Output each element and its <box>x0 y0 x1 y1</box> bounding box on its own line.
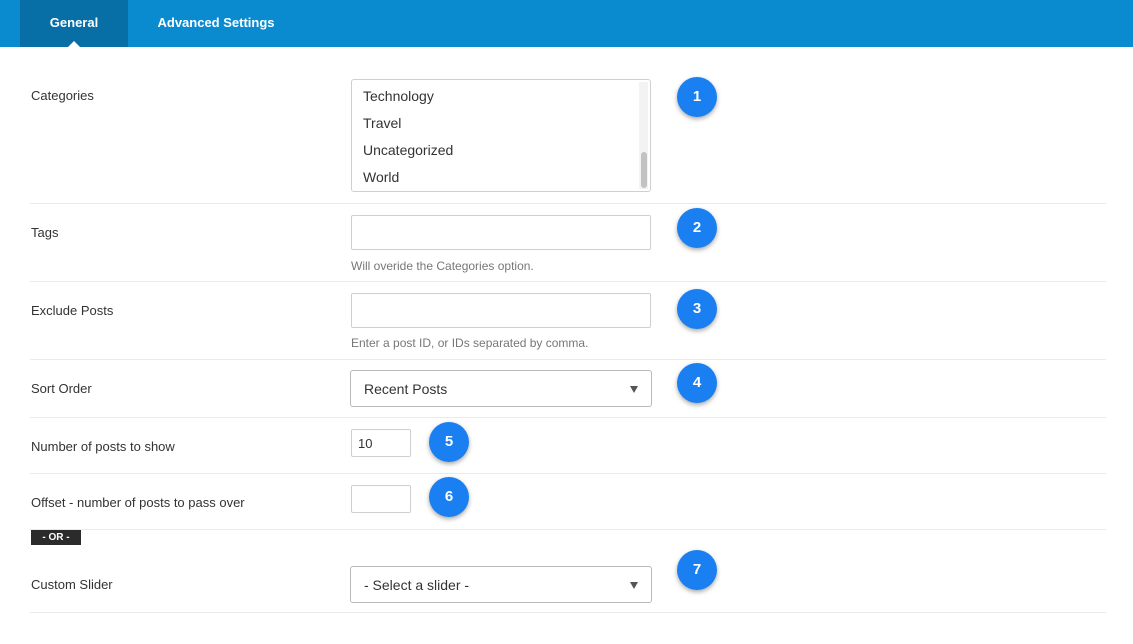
row-divider <box>30 612 1106 613</box>
tags-input[interactable] <box>351 215 651 250</box>
step-badge-5: 5 <box>429 422 469 462</box>
categories-label: Categories <box>31 88 94 103</box>
category-option-technology[interactable]: Technology <box>363 88 434 104</box>
category-option-travel[interactable]: Travel <box>363 115 401 131</box>
tab-advanced-settings[interactable]: Advanced Settings <box>146 0 286 47</box>
row-divider <box>30 281 1106 282</box>
custom-slider-select[interactable]: - Select a slider - <box>350 566 652 603</box>
row-divider <box>30 529 1106 530</box>
category-option-uncategorized[interactable]: Uncategorized <box>363 142 453 158</box>
exclude-posts-label: Exclude Posts <box>31 303 114 318</box>
num-posts-input[interactable] <box>351 429 411 457</box>
row-divider <box>30 417 1106 418</box>
sort-order-label: Sort Order <box>31 381 92 396</box>
tags-label: Tags <box>31 225 59 240</box>
tab-bar: General Advanced Settings <box>0 0 1133 47</box>
step-badge-1: 1 <box>677 77 717 117</box>
row-divider <box>30 203 1106 204</box>
tags-description: Will overide the Categories option. <box>351 259 534 273</box>
row-divider <box>30 473 1106 474</box>
or-separator: - OR - <box>31 530 81 545</box>
listbox-scrollbar[interactable] <box>641 152 647 188</box>
sort-order-value: Recent Posts <box>364 381 448 397</box>
active-tab-indicator <box>68 41 80 47</box>
step-badge-2: 2 <box>677 208 717 248</box>
tab-advanced-settings-label: Advanced Settings <box>157 15 275 30</box>
exclude-posts-input[interactable] <box>351 293 651 328</box>
num-posts-label: Number of posts to show <box>31 439 175 454</box>
step-badge-7: 7 <box>677 550 717 590</box>
caret-down-icon <box>630 386 638 393</box>
step-badge-4: 4 <box>677 363 717 403</box>
category-option-world[interactable]: World <box>363 169 399 185</box>
tab-general-label: General <box>49 15 99 30</box>
sort-order-select[interactable]: Recent Posts <box>350 370 652 407</box>
step-badge-6: 6 <box>429 477 469 517</box>
offset-input[interactable] <box>351 485 411 513</box>
offset-label: Offset - number of posts to pass over <box>31 495 245 510</box>
tab-general[interactable]: General <box>20 0 128 47</box>
step-badge-3: 3 <box>677 289 717 329</box>
custom-slider-label: Custom Slider <box>31 577 113 592</box>
custom-slider-value: - Select a slider - <box>364 577 470 593</box>
categories-listbox[interactable]: Technology Travel Uncategorized World <box>351 79 651 192</box>
exclude-posts-description: Enter a post ID, or IDs separated by com… <box>351 336 589 350</box>
row-divider <box>30 359 1106 360</box>
caret-down-icon <box>630 582 638 589</box>
